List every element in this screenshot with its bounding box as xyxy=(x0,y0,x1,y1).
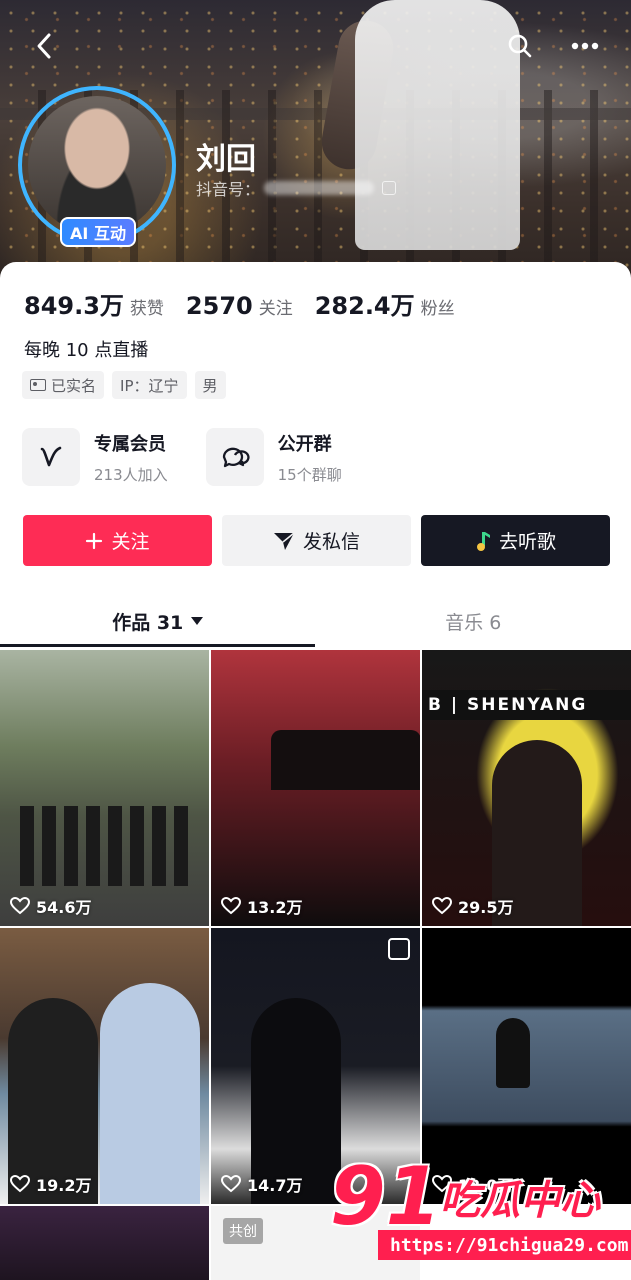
heart-icon xyxy=(432,1175,452,1193)
video-likes-count: 29.5万 xyxy=(458,898,514,917)
follow-button[interactable]: 关注 xyxy=(23,515,212,566)
feature-subtitle: 15个群聊 xyxy=(277,465,342,484)
thumbnail-overlay-text: B | SHENYANG xyxy=(422,690,631,720)
stats-row: 849.3万 获赞 2570 关注 282.4万 粉丝 xyxy=(24,286,477,321)
plus-icon xyxy=(86,532,103,549)
avatar-image xyxy=(28,96,166,234)
tag-gender: 男 xyxy=(194,371,226,399)
stat-following[interactable]: 2570 关注 xyxy=(186,292,293,320)
group-chat-icon xyxy=(205,428,264,486)
search-button[interactable] xyxy=(498,24,542,68)
search-icon xyxy=(508,34,532,58)
douyin-id-label: 抖音号： xyxy=(196,180,261,199)
stat-followers[interactable]: 282.4万 粉丝 xyxy=(315,286,455,321)
thumbnail-image xyxy=(496,1018,530,1088)
heart-icon xyxy=(221,897,241,915)
listen-music-button-label: 去听歌 xyxy=(498,531,556,553)
stat-value: 282.4万 xyxy=(314,292,415,320)
chevron-left-icon xyxy=(37,33,51,59)
tab-works[interactable]: 作品 31 xyxy=(0,595,316,647)
tag-label: IP：辽宁 xyxy=(120,376,179,395)
follow-button-label: 关注 xyxy=(111,531,150,553)
douyin-id-value-redacted xyxy=(264,181,375,195)
douyin-id: 抖音号： xyxy=(196,176,397,200)
heart-icon xyxy=(10,897,30,915)
feature-public-group[interactable]: 公开群 15个群聊 xyxy=(205,428,342,486)
membership-v-icon xyxy=(22,428,80,486)
video-grid: 54.6万 13.2万 B | SHENYANG 29.5万 19.2万 14.… xyxy=(0,650,631,1280)
video-thumbnail[interactable] xyxy=(0,1206,209,1280)
video-likes: 19.2万 xyxy=(10,1172,91,1196)
feature-title: 公开群 xyxy=(277,433,332,455)
feature-membership[interactable]: 专属会员 213人加入 xyxy=(22,428,168,486)
video-likes: 12.0万 xyxy=(432,1172,513,1196)
copy-icon[interactable] xyxy=(382,181,397,195)
stat-label: 粉丝 xyxy=(420,299,455,319)
video-likes: 54.6万 xyxy=(10,894,91,918)
action-buttons: 关注 发私信 去听歌 xyxy=(23,515,610,566)
tab-label: 作品 31 xyxy=(112,611,184,634)
tag-label: 已实名 xyxy=(51,376,97,395)
video-thumbnail[interactable]: 13.2万 xyxy=(211,650,420,926)
thumbnail-image xyxy=(20,806,190,886)
feature-title: 专属会员 xyxy=(94,433,166,455)
message-button-label: 发私信 xyxy=(302,531,360,553)
profile-tags: 已实名 IP：辽宁 男 xyxy=(22,371,226,399)
co-creation-tag: 共创 xyxy=(223,1218,263,1244)
feature-entries: 专属会员 213人加入 公开群 15个群聊 xyxy=(22,428,342,486)
message-button[interactable]: 发私信 xyxy=(222,515,411,566)
video-likes: 14.7万 xyxy=(221,1172,302,1196)
caret-down-icon xyxy=(191,617,204,625)
banner-person xyxy=(355,0,520,250)
video-likes-count: 14.7万 xyxy=(247,1176,303,1195)
id-card-icon xyxy=(30,379,46,391)
heart-icon xyxy=(432,897,452,915)
stat-value: 849.3万 xyxy=(24,292,124,320)
more-button[interactable] xyxy=(563,24,607,68)
listen-music-button[interactable]: 去听歌 xyxy=(421,515,610,566)
back-button[interactable] xyxy=(22,24,66,68)
stat-label: 获赞 xyxy=(129,299,164,319)
video-thumbnail[interactable] xyxy=(422,1206,631,1280)
video-thumbnail[interactable]: 14.7万 xyxy=(211,928,420,1204)
video-thumbnail[interactable]: B | SHENYANG 29.5万 xyxy=(422,650,631,926)
video-likes-count: 54.6万 xyxy=(36,898,92,917)
video-likes: 29.5万 xyxy=(432,894,513,918)
feature-subtitle: 213人加入 xyxy=(94,465,168,484)
tab-active-indicator xyxy=(0,644,315,647)
video-likes-count: 19.2万 xyxy=(36,1176,92,1195)
thumbnail-image xyxy=(271,730,420,790)
profile-name: 刘回 xyxy=(196,142,256,177)
stat-label: 关注 xyxy=(258,299,293,319)
profile-bio: 每晚 10 点直播 xyxy=(24,340,149,361)
send-icon xyxy=(273,531,295,550)
multi-image-icon xyxy=(388,938,410,960)
video-thumbnail[interactable]: 12.0万 xyxy=(422,928,631,1204)
video-likes-count: 13.2万 xyxy=(247,898,303,917)
tag-label: 男 xyxy=(202,376,218,395)
thumbnail-image xyxy=(100,983,200,1204)
more-dots-icon xyxy=(571,42,599,50)
heart-icon xyxy=(10,1175,30,1193)
video-thumbnail[interactable]: 共创 xyxy=(211,1206,420,1280)
tag-ip-location: IP：辽宁 xyxy=(112,371,187,399)
video-thumbnail[interactable]: 54.6万 xyxy=(0,650,209,926)
stat-value: 2570 xyxy=(185,292,253,320)
heart-icon xyxy=(221,1175,241,1193)
tab-label: 音乐 6 xyxy=(445,611,502,634)
tag-verified: 已实名 xyxy=(22,371,105,399)
video-likes-count: 12.0万 xyxy=(458,1176,514,1195)
ai-interaction-badge[interactable]: AI 互动 xyxy=(60,217,136,247)
stat-likes[interactable]: 849.3万 获赞 xyxy=(24,286,164,321)
tab-music[interactable]: 音乐 6 xyxy=(316,595,631,647)
content-tabs: 作品 31 音乐 6 xyxy=(0,595,631,647)
video-likes: 13.2万 xyxy=(221,894,302,918)
video-thumbnail[interactable]: 19.2万 xyxy=(0,928,209,1204)
music-note-icon xyxy=(476,531,490,551)
